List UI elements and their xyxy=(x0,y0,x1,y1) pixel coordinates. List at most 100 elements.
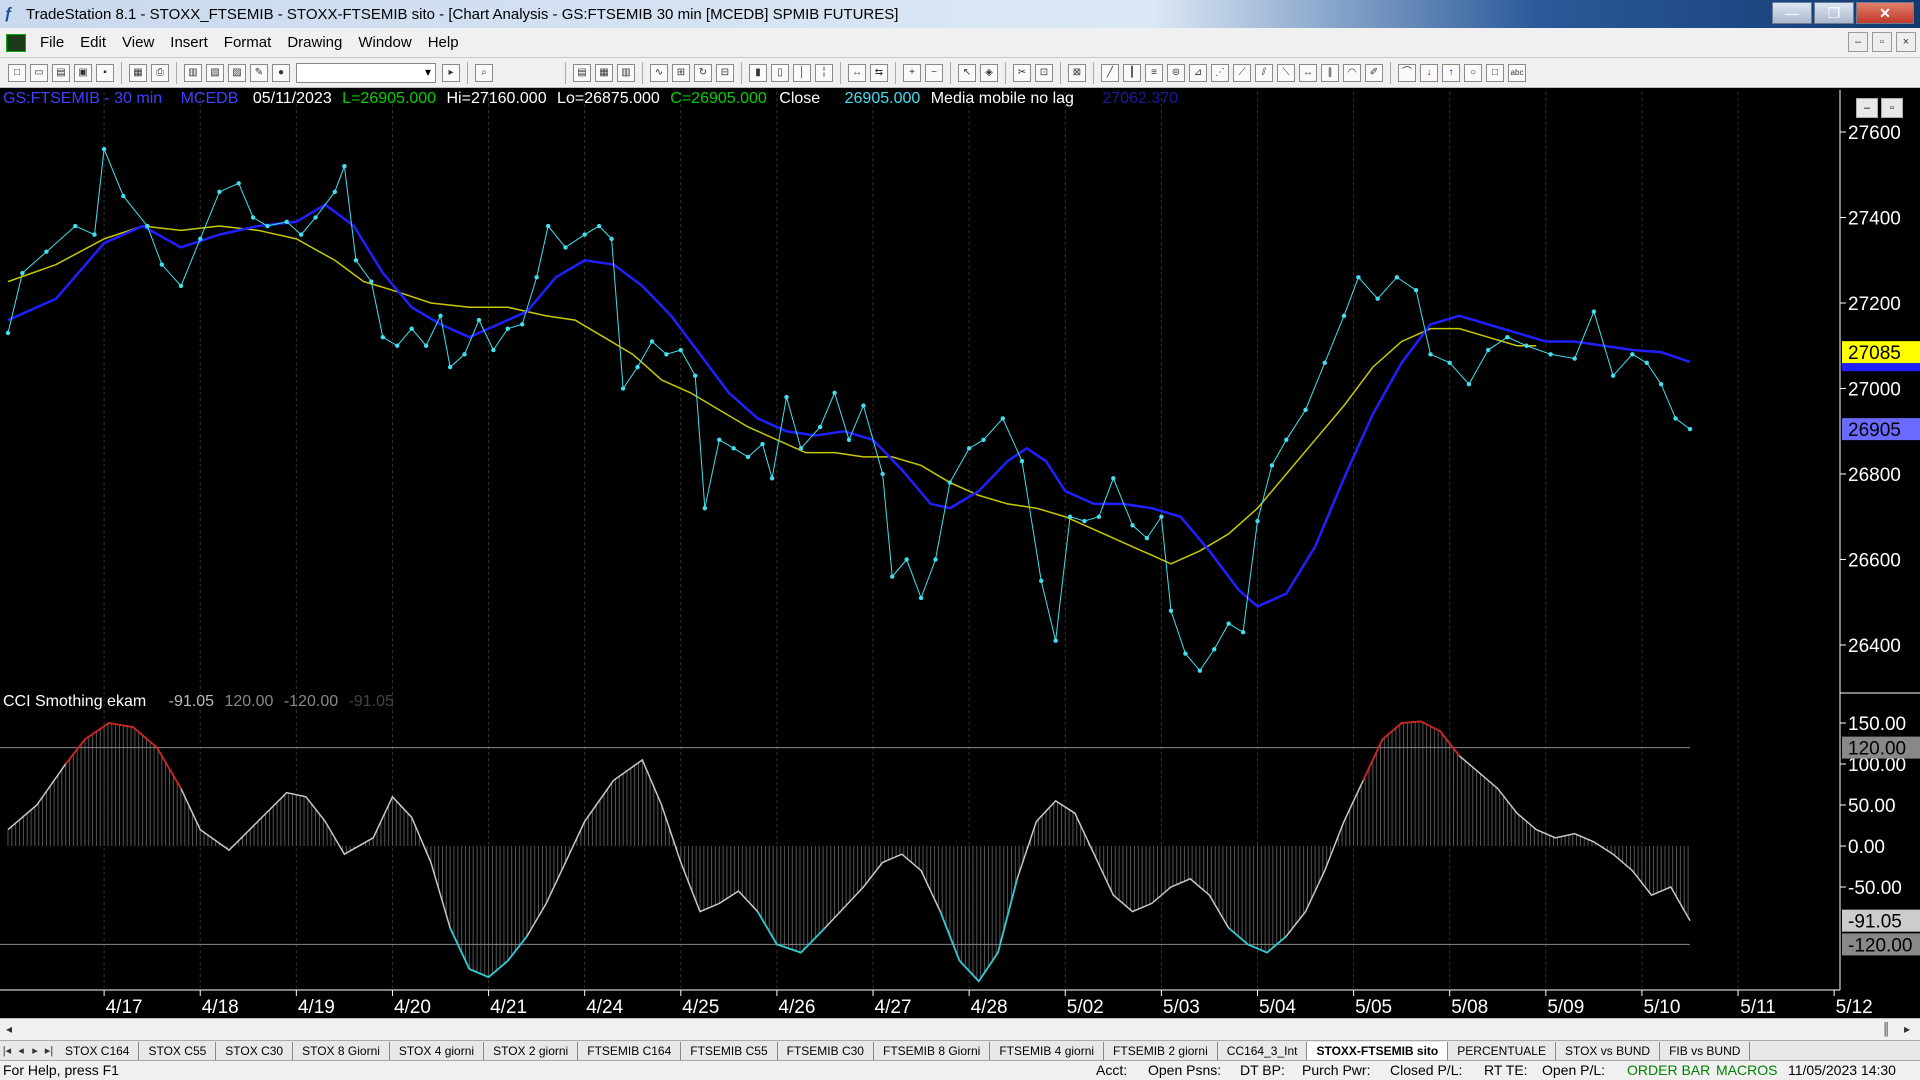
menu-help[interactable]: Help xyxy=(420,34,467,51)
line-icon[interactable]: │ xyxy=(793,63,811,82)
workspace-tab[interactable]: FTSEMIB C30 xyxy=(778,1041,874,1060)
workspace-tab[interactable]: STOX C30 xyxy=(216,1041,294,1060)
line2-icon[interactable]: ╎ xyxy=(815,63,833,82)
color-icon[interactable]: ● xyxy=(272,63,290,82)
mdi-restore-button[interactable]: ▫ xyxy=(1872,32,1892,52)
vertical-lines-icon[interactable]: ┃ xyxy=(1123,63,1141,82)
workspace-tab[interactable]: STOX vs BUND xyxy=(1556,1041,1661,1060)
menu-file[interactable]: File xyxy=(32,34,72,51)
chart-minimize-button[interactable]: – xyxy=(1856,98,1878,118)
arrow-right-icon[interactable]: ▸ xyxy=(442,63,460,82)
mdi-minimize-button[interactable]: – xyxy=(1848,32,1868,52)
speed-lines-icon[interactable]: ⟋ xyxy=(1233,63,1251,82)
workspace-tab[interactable]: STOX 4 giorni xyxy=(390,1041,485,1060)
tab-next-icon[interactable]: ▸ xyxy=(28,1044,42,1057)
tab-prev-icon[interactable]: ◂ xyxy=(14,1044,28,1057)
zoom-out-icon[interactable]: − xyxy=(925,63,943,82)
workspace-tab[interactable]: STOXX-FTSEMIB sito xyxy=(1307,1041,1449,1060)
chart-icon[interactable]: ∿ xyxy=(650,63,668,82)
scroll-right-icon[interactable]: ▸ xyxy=(1904,1022,1910,1036)
formatting-icon[interactable]: ✎ xyxy=(250,63,268,82)
down-arrow-icon[interactable]: ↓ xyxy=(1420,63,1438,82)
workspace-tab[interactable]: CC164_3_Int xyxy=(1218,1041,1308,1060)
mdi-close-button[interactable]: × xyxy=(1896,32,1916,52)
radar-icon[interactable]: ⊞ xyxy=(672,63,690,82)
cascade-icon[interactable]: ▦ xyxy=(595,63,613,82)
fibonacci-icon[interactable]: ⊿ xyxy=(1189,63,1207,82)
scroll-thumb[interactable]: ║ xyxy=(1882,1022,1891,1036)
andrews-icon[interactable]: ⫽ xyxy=(1255,63,1273,82)
zoom-in-icon[interactable]: + xyxy=(903,63,921,82)
format-icon[interactable]: ⊡ xyxy=(1035,63,1053,82)
menu-format[interactable]: Format xyxy=(216,34,280,51)
open-workspace-icon[interactable]: ▤ xyxy=(52,63,70,82)
text-icon[interactable]: abc xyxy=(1508,63,1526,82)
menu-window[interactable]: Window xyxy=(350,34,419,51)
status-order-bar[interactable]: ORDER BAR xyxy=(1627,1062,1710,1078)
strategy-icon[interactable]: ⊠ xyxy=(1068,63,1086,82)
open-icon[interactable]: ▭ xyxy=(30,63,48,82)
save-all-icon[interactable]: ▦ xyxy=(129,63,147,82)
window-split-icon[interactable]: ⊟ xyxy=(716,63,734,82)
up-arrow-icon[interactable]: ↑ xyxy=(1442,63,1460,82)
tile-icon[interactable]: ▤ xyxy=(573,63,591,82)
scroll-icon[interactable]: ⇆ xyxy=(870,63,888,82)
pencil-icon[interactable]: ✐ xyxy=(1365,63,1383,82)
status-macros[interactable]: MACROS xyxy=(1716,1062,1777,1078)
menu-view[interactable]: View xyxy=(114,34,162,51)
new-workspace-icon[interactable]: ▣ xyxy=(74,63,92,82)
horizontal-lines-icon[interactable]: ≡ xyxy=(1145,63,1163,82)
find-icon[interactable]: ⌕ xyxy=(475,63,493,82)
menu-drawing[interactable]: Drawing xyxy=(279,34,350,51)
symbol-select[interactable] xyxy=(296,62,436,83)
horizontal-scrollbar[interactable]: ◂ ║ ▸ xyxy=(0,1018,1920,1040)
workspace-tab[interactable]: FTSEMIB 4 giorni xyxy=(990,1041,1105,1060)
workspace-tab[interactable]: STOX 8 Giorni xyxy=(293,1041,390,1060)
chart-restore-button[interactable]: ▫ xyxy=(1881,98,1903,118)
grid-icon[interactable]: ▥ xyxy=(617,63,635,82)
menu-edit[interactable]: Edit xyxy=(72,34,114,51)
candle-icon[interactable]: ▯ xyxy=(771,63,789,82)
new-icon[interactable]: □ xyxy=(8,63,26,82)
arrow-lr-icon[interactable]: ↔ xyxy=(1299,63,1317,82)
tab-first-icon[interactable]: |◂ xyxy=(0,1044,14,1057)
channel-icon[interactable]: ⊜ xyxy=(1167,63,1185,82)
trendline-icon[interactable]: ╱ xyxy=(1101,63,1119,82)
workspace-tab[interactable]: STOX C164 xyxy=(56,1041,140,1060)
arc-icon[interactable]: ◠ xyxy=(1343,63,1361,82)
restore-button[interactable]: ❐ xyxy=(1814,2,1854,24)
date-tick-label: 4/25 xyxy=(682,997,719,1018)
data-window-icon[interactable]: ◈ xyxy=(980,63,998,82)
workspace-tab[interactable]: FTSEMIB C164 xyxy=(578,1041,682,1060)
lock-icon[interactable]: ▨ xyxy=(228,63,246,82)
refresh-icon[interactable]: ↻ xyxy=(694,63,712,82)
gann-icon[interactable]: ⋰ xyxy=(1211,63,1229,82)
curve-icon[interactable]: ⌒ xyxy=(1398,63,1416,82)
chart-window-icon[interactable] xyxy=(6,33,26,52)
tab-last-icon[interactable]: ▸| xyxy=(42,1044,56,1057)
print-icon[interactable]: ⎙ xyxy=(151,63,169,82)
parallel-icon[interactable]: ∥ xyxy=(1321,63,1339,82)
ellipse-icon[interactable]: ○ xyxy=(1464,63,1482,82)
workspace-tab[interactable]: FIB vs BUND xyxy=(1660,1041,1751,1060)
windows-icon[interactable]: ▧ xyxy=(206,63,224,82)
workspace-tab[interactable]: STOX C55 xyxy=(139,1041,217,1060)
window-icon[interactable]: ▥ xyxy=(184,63,202,82)
workspace-tab[interactable]: STOX 2 giorni xyxy=(484,1041,579,1060)
workspace-tab[interactable]: PERCENTUALE xyxy=(1448,1041,1556,1060)
chart-svg[interactable]: 27600 27400 27200 27000 26800 26600 26400 150.… xyxy=(0,88,1920,1018)
move-icon[interactable]: ↔ xyxy=(848,63,866,82)
rectangle-icon[interactable]: □ xyxy=(1486,63,1504,82)
close-button[interactable]: ✕ xyxy=(1856,2,1914,24)
minimize-button[interactable]: — xyxy=(1772,2,1812,24)
scroll-left-icon[interactable]: ◂ xyxy=(6,1022,12,1036)
workspace-tab[interactable]: FTSEMIB 2 giorni xyxy=(1104,1041,1218,1060)
bar-chart-icon[interactable]: ▮ xyxy=(749,63,767,82)
pointer-icon[interactable]: ↖ xyxy=(958,63,976,82)
workspace-tab[interactable]: FTSEMIB C55 xyxy=(681,1041,778,1060)
regression-icon[interactable]: ⟍ xyxy=(1277,63,1295,82)
tools-icon[interactable]: ✂ xyxy=(1013,63,1031,82)
workspace-tab[interactable]: FTSEMIB 8 Giorni xyxy=(874,1041,991,1060)
save-icon[interactable]: ▪ xyxy=(96,63,114,82)
menu-insert[interactable]: Insert xyxy=(162,34,216,51)
